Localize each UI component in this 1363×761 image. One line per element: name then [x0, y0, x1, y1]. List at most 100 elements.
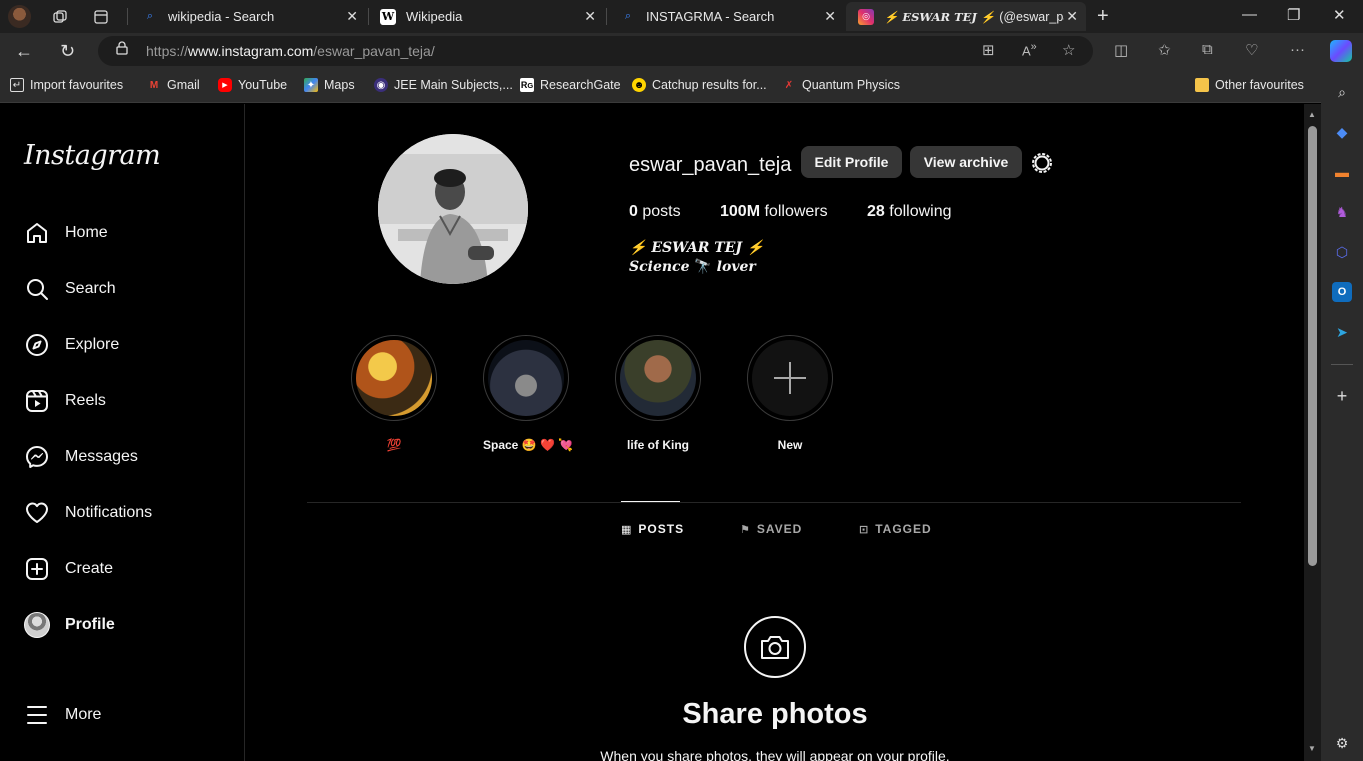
scroll-down-icon[interactable]: ▼ [1308, 744, 1316, 753]
search-icon [24, 276, 50, 302]
nav-reels[interactable]: Reels [24, 388, 106, 414]
tab-instagram-profile[interactable]: ◎ ⚡ ESWAR TEJ ⚡ (@eswar_pav ✕ [846, 2, 1086, 31]
tagged-user-icon: ⊡ [859, 523, 870, 536]
send-icon[interactable]: ➤ [1332, 322, 1352, 342]
tab-separator [606, 8, 607, 25]
fav-gmail[interactable]: M Gmail [147, 78, 200, 92]
tab-instagrma-search[interactable]: ⌕ INSTAGRMA - Search ✕ [608, 2, 844, 31]
favourites-icon[interactable]: ✩ [1158, 41, 1171, 59]
tab-title: Wikipedia [406, 9, 463, 24]
page-scrollbar[interactable]: ▲ ▼ [1304, 104, 1321, 761]
tab-saved[interactable]: ⚑ SAVED [740, 522, 802, 536]
gear-icon[interactable] [1030, 151, 1054, 175]
highlight-item[interactable]: life of King [615, 335, 701, 452]
outlook-icon[interactable]: O [1332, 282, 1352, 302]
highlight-item[interactable]: 💯 [351, 335, 437, 452]
fav-jee[interactable]: ◉ JEE Main Subjects,... [374, 78, 513, 92]
lock-icon[interactable] [116, 41, 128, 55]
active-tab-indicator [621, 501, 680, 502]
tab-wikipedia-search[interactable]: ⌕ wikipedia - Search ✕ [130, 2, 366, 31]
tab-wikipedia[interactable]: W Wikipedia ✕ [368, 2, 604, 31]
tab-tagged[interactable]: ⊡ TAGGED [859, 522, 932, 536]
edit-profile-button[interactable]: Edit Profile [801, 146, 902, 178]
fav-import[interactable]: ↵ Import favourites [10, 78, 123, 92]
browser-essentials-icon[interactable]: ♡ [1245, 41, 1258, 59]
researchgate-icon: RG [520, 78, 534, 92]
games-icon[interactable]: ♞ [1332, 202, 1352, 222]
empty-state-title: Share photos [682, 698, 868, 730]
nav-profile[interactable]: Profile [24, 612, 115, 638]
app-available-icon[interactable]: ⊞ [982, 41, 995, 59]
profile-avatar-icon[interactable] [8, 5, 31, 28]
view-archive-button[interactable]: View archive [910, 146, 1022, 178]
messenger-icon [24, 444, 50, 470]
followers-count[interactable]: 100M followers [720, 203, 828, 221]
telescope-icon: 🔭 [694, 259, 712, 275]
workspaces-icon[interactable] [49, 6, 71, 28]
favourite-star-icon[interactable]: ☆ [1062, 41, 1075, 59]
highlight-ring [615, 335, 701, 421]
close-window-icon[interactable]: ✕ [1333, 6, 1346, 24]
copilot-icon[interactable] [1330, 40, 1352, 62]
instagram-icon: ◎ [858, 8, 874, 25]
highlight-cover [488, 340, 564, 416]
m365-icon[interactable]: ⬡ [1332, 242, 1352, 262]
tools-icon[interactable]: ▬ [1332, 162, 1352, 182]
bio-name: ⚡ ESWAR TEJ ⚡ [629, 240, 765, 256]
gear-icon[interactable]: ⚙ [1332, 733, 1352, 753]
browser-tab-strip: ⌕ wikipedia - Search ✕ W Wikipedia ✕ ⌕ I… [0, 0, 1363, 33]
url-input[interactable]: https://www.instagram.com/eswar_pavan_te… [98, 36, 1093, 66]
quantum-icon: ✗ [784, 79, 794, 91]
close-tab-icon[interactable]: ✕ [584, 8, 596, 25]
nav-notifications[interactable]: Notifications [24, 500, 152, 526]
bolt-icon: ⚡ [629, 240, 647, 256]
tab-title: wikipedia - Search [168, 9, 275, 24]
profile-picture[interactable] [378, 134, 528, 284]
folder-icon [1195, 78, 1209, 92]
fav-youtube[interactable]: ▶ YouTube [218, 78, 287, 92]
refresh-icon[interactable]: ↻ [60, 41, 75, 62]
search-icon[interactable]: ⌕ [1332, 82, 1352, 102]
tab-actions-icon[interactable] [90, 6, 112, 28]
nav-home[interactable]: Home [24, 220, 108, 246]
create-plus-icon [24, 556, 50, 582]
collections-icon[interactable]: ⧉ [1202, 41, 1213, 58]
jee-icon: ◉ [374, 78, 388, 92]
split-screen-icon[interactable]: ◫ [1114, 41, 1128, 59]
back-icon[interactable]: ← [15, 41, 33, 62]
new-highlight-button[interactable]: New [747, 335, 833, 452]
close-tab-icon[interactable]: ✕ [346, 8, 358, 25]
import-icon: ↵ [10, 78, 24, 92]
add-icon[interactable]: + [1332, 386, 1352, 406]
nav-create[interactable]: Create [24, 556, 113, 582]
tab-separator [127, 8, 128, 25]
shopping-tag-icon[interactable]: ◆ [1332, 122, 1352, 142]
fav-researchgate[interactable]: RG ResearchGate [520, 78, 621, 92]
close-tab-icon[interactable]: ✕ [1066, 8, 1078, 25]
read-aloud-icon[interactable]: A» [1022, 41, 1037, 58]
minimize-icon[interactable]: — [1242, 6, 1257, 23]
nav-more[interactable]: More [24, 702, 101, 728]
fav-other[interactable]: Other favourites [1195, 78, 1304, 92]
gmail-icon: M [149, 79, 159, 91]
fav-maps[interactable]: ✦ Maps [304, 78, 355, 92]
following-count[interactable]: 28 following [867, 203, 952, 221]
new-tab-icon[interactable]: + [1097, 5, 1109, 28]
settings-more-icon[interactable]: ··· [1290, 41, 1305, 58]
highlight-cover [356, 340, 432, 416]
avatar [24, 612, 50, 638]
highlight-item[interactable]: Space 🤩 ❤️ 💘 [483, 335, 573, 452]
scroll-thumb[interactable] [1308, 126, 1317, 566]
fav-quantum[interactable]: ✗ Quantum Physics [782, 78, 900, 92]
scroll-up-icon[interactable]: ▲ [1308, 110, 1316, 119]
nav-explore[interactable]: Explore [24, 332, 119, 358]
fav-catchup[interactable]: ☻ Catchup results for... [632, 78, 767, 92]
nav-search[interactable]: Search [24, 276, 116, 302]
instagram-logo[interactable]: Instagram [24, 140, 161, 171]
restore-icon[interactable]: ❐ [1287, 6, 1300, 24]
tab-posts[interactable]: ▦ POSTS [621, 522, 684, 536]
home-icon [24, 220, 50, 246]
nav-messages[interactable]: Messages [24, 444, 138, 470]
camera-icon[interactable] [744, 616, 806, 678]
close-tab-icon[interactable]: ✕ [824, 8, 836, 25]
